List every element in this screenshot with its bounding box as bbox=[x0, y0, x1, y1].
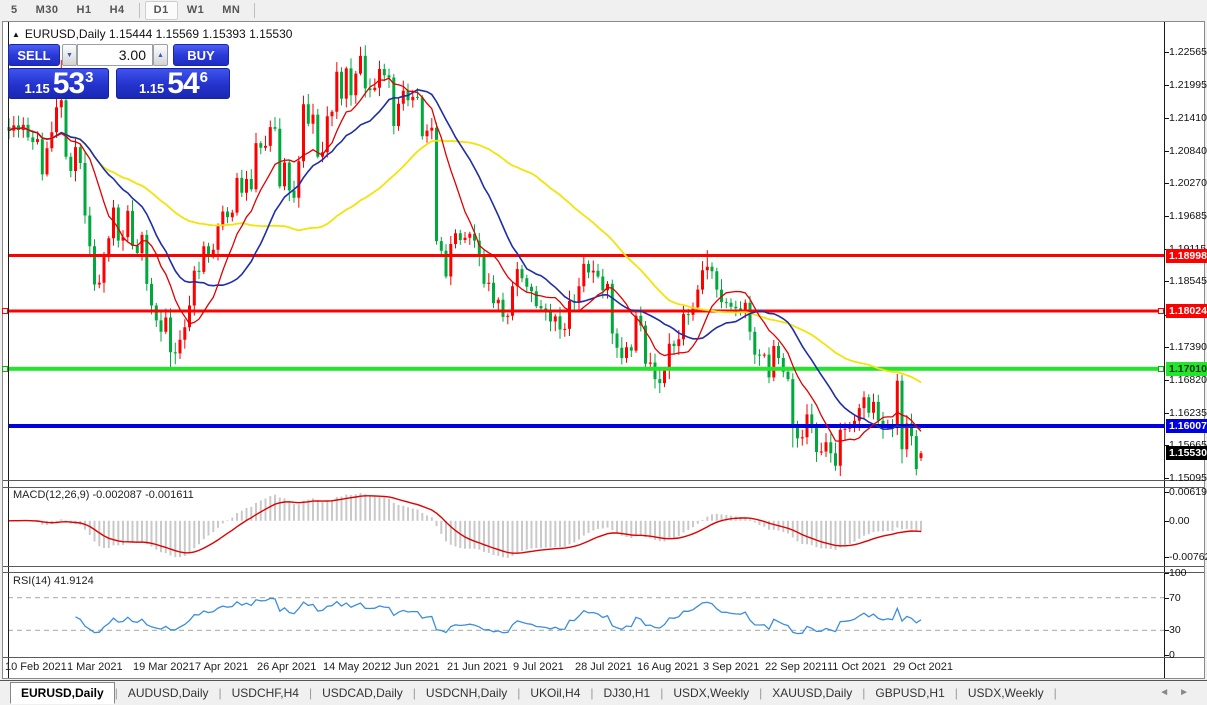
level-line-handle[interactable] bbox=[2, 366, 8, 372]
chart-title: ▲ EURUSD,Daily 1.15444 1.15569 1.15393 1.… bbox=[12, 27, 292, 41]
time-axis-label: 1 Mar 2021 bbox=[67, 661, 123, 673]
macd-panel-separator-inner bbox=[3, 487, 1204, 488]
time-axis-label: 19 Mar 2021 bbox=[133, 661, 195, 673]
price-level-label: 1.17010 bbox=[1166, 362, 1207, 376]
time-axis-label: 3 Sep 2021 bbox=[703, 661, 759, 673]
rsi-panel-separator[interactable] bbox=[3, 566, 1204, 567]
sell-price-big: 53 bbox=[53, 71, 84, 97]
time-axis-label: 14 May 2021 bbox=[323, 661, 387, 673]
time-axis-label: 26 Apr 2021 bbox=[257, 661, 316, 673]
rsi-axis-label: 100 bbox=[1169, 567, 1187, 579]
time-axis-label: 7 Apr 2021 bbox=[195, 661, 248, 673]
rsi-axis-label: 70 bbox=[1169, 592, 1181, 604]
chart-tab-ukoil-h4[interactable]: UKOil,H4 bbox=[520, 683, 590, 703]
time-axis-label: 16 Aug 2021 bbox=[637, 661, 699, 673]
rsi-axis-label: 0 bbox=[1169, 649, 1175, 661]
buy-button[interactable]: BUY bbox=[173, 44, 229, 66]
chart-tab-usdx-weekly[interactable]: USDX,Weekly bbox=[958, 683, 1054, 703]
time-axis-label: 28 Jul 2021 bbox=[575, 661, 632, 673]
volume-input[interactable] bbox=[77, 44, 153, 66]
buy-price-big: 54 bbox=[167, 71, 198, 97]
price-axis-label: 1.16235 bbox=[1169, 407, 1207, 419]
toolbar-separator bbox=[139, 3, 140, 18]
price-axis-label: 1.21995 bbox=[1169, 79, 1207, 91]
timeframe-button-5[interactable]: 5 bbox=[2, 1, 27, 20]
time-axis-label: 21 Jun 2021 bbox=[447, 661, 508, 673]
level-line-handle[interactable] bbox=[2, 308, 8, 314]
price-level-label: 1.18024 bbox=[1166, 304, 1207, 318]
price-axis-label: 1.15095 bbox=[1169, 472, 1207, 484]
plot-left-border bbox=[8, 22, 9, 678]
timeframe-button-h1[interactable]: H1 bbox=[68, 1, 101, 20]
time-axis-label: 10 Feb 2021 bbox=[5, 661, 67, 673]
current-price-label: 1.15530 bbox=[1166, 446, 1207, 460]
price-axis-label: 1.21410 bbox=[1169, 112, 1207, 124]
sell-price-small: 1.15 bbox=[24, 80, 49, 97]
rsi-indicator-label: RSI(14) 41.9124 bbox=[13, 575, 94, 587]
sell-price-box[interactable]: 1.15 53 3 bbox=[8, 68, 109, 99]
volume-decrease-button[interactable]: ▼ bbox=[62, 44, 77, 66]
price-axis-label: 1.17390 bbox=[1169, 341, 1207, 353]
chart-tab-usdcad-daily[interactable]: USDCAD,Daily bbox=[312, 683, 413, 703]
chart-window[interactable] bbox=[2, 21, 1205, 679]
timeframe-button-w1[interactable]: W1 bbox=[178, 1, 214, 20]
time-axis-separator bbox=[3, 657, 1204, 658]
level-line-handle[interactable] bbox=[1158, 308, 1164, 314]
chart-title-text: EURUSD,Daily 1.15444 1.15569 1.15393 1.1… bbox=[25, 27, 293, 41]
timeframe-button-mn[interactable]: MN bbox=[213, 1, 249, 20]
macd-indicator-label: MACD(12,26,9) -0.002087 -0.001611 bbox=[13, 489, 194, 501]
price-axis-label: 1.20840 bbox=[1169, 145, 1207, 157]
price-axis-label: 1.19685 bbox=[1169, 210, 1207, 222]
rsi-axis-label: 30 bbox=[1169, 624, 1181, 636]
buy-price-sup: 6 bbox=[200, 72, 208, 84]
buy-price-box[interactable]: 1.15 54 6 bbox=[116, 68, 230, 99]
sell-price-sup: 3 bbox=[85, 72, 93, 84]
volume-increase-button[interactable]: ▲ bbox=[153, 44, 168, 66]
chart-tab-gbpusd-h1[interactable]: GBPUSD,H1 bbox=[865, 683, 954, 703]
macd-panel-separator[interactable] bbox=[3, 480, 1204, 481]
time-axis-label: 22 Sep 2021 bbox=[765, 661, 827, 673]
mt4-terminal: 5M30H1H4 D1W1MN ▲ EURUSD,Daily 1.15444 1.1… bbox=[0, 0, 1207, 705]
chart-tab-dj30-h1[interactable]: DJ30,H1 bbox=[594, 683, 661, 703]
time-axis-label: 29 Oct 2021 bbox=[893, 661, 953, 673]
time-axis-label: 9 Jul 2021 bbox=[513, 661, 564, 673]
level-line-handle[interactable] bbox=[1158, 366, 1164, 372]
chart-tab-usdx-weekly[interactable]: USDX,Weekly bbox=[663, 683, 759, 703]
sell-button[interactable]: SELL bbox=[8, 44, 60, 66]
price-axis-label: 1.22565 bbox=[1169, 46, 1207, 58]
macd-axis-label: 0.006193 bbox=[1169, 486, 1207, 498]
buy-price-small: 1.15 bbox=[139, 80, 164, 97]
price-level-label: 1.18998 bbox=[1166, 249, 1207, 263]
timeframe-button-h4[interactable]: H4 bbox=[101, 1, 134, 20]
symbol-tabbar: EURUSD,Daily|AUDUSD,Daily|USDCHF,H4|USDC… bbox=[0, 680, 1207, 705]
tabbar-scroll-arrows[interactable]: ◄► bbox=[1159, 687, 1199, 698]
chart-tab-xauusd-daily[interactable]: XAUUSD,Daily bbox=[762, 683, 862, 703]
one-click-trading-panel: SELL ▼ ▲ BUY 1.15 53 3 1.15 54 6 bbox=[8, 44, 230, 99]
timeframe-button-m30[interactable]: M30 bbox=[27, 1, 68, 20]
price-axis-label: 1.20270 bbox=[1169, 177, 1207, 189]
price-axis-label: 1.18545 bbox=[1169, 275, 1207, 287]
chart-tab-usdchf-h4[interactable]: USDCHF,H4 bbox=[222, 683, 309, 703]
chart-tab-audusd-daily[interactable]: AUDUSD,Daily bbox=[118, 683, 219, 703]
time-axis-label: 2 Jun 2021 bbox=[385, 661, 439, 673]
toolbar-separator bbox=[254, 3, 255, 18]
time-axis-label: 11 Oct 2021 bbox=[827, 661, 886, 673]
collapse-panel-icon[interactable]: ▲ bbox=[12, 30, 20, 39]
price-axis-separator bbox=[1164, 22, 1165, 678]
chart-tab-eurusd-daily[interactable]: EURUSD,Daily bbox=[10, 682, 115, 704]
macd-axis-label: -0.00762 bbox=[1169, 551, 1207, 563]
macd-axis-label: 0.00 bbox=[1169, 515, 1189, 527]
timeframe-button-d1[interactable]: D1 bbox=[145, 1, 178, 20]
price-level-label: 1.16007 bbox=[1166, 419, 1207, 433]
tab-separator: | bbox=[1054, 686, 1057, 700]
chart-tab-usdcnh-daily[interactable]: USDCNH,Daily bbox=[416, 683, 517, 703]
timeframe-toolbar: 5M30H1H4 D1W1MN bbox=[0, 0, 1207, 20]
rsi-panel-separator-inner bbox=[3, 572, 1204, 573]
